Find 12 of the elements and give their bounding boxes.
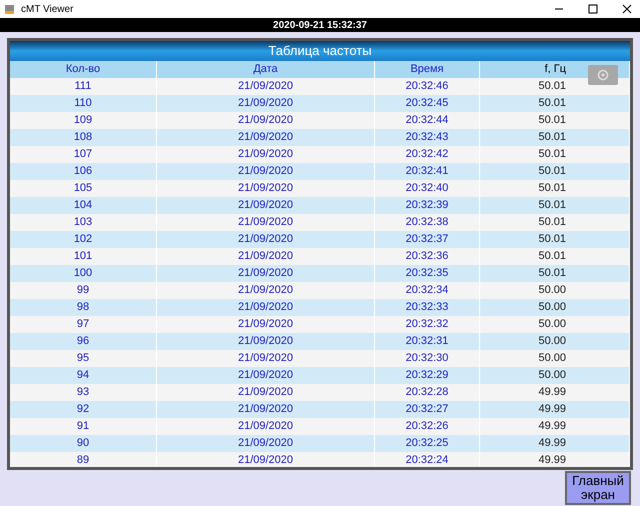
table-cell: 20:32:24 [375, 452, 480, 467]
settings-icon [597, 69, 609, 81]
clock: 2020-09-21 15:32:37 [273, 18, 367, 32]
window-title: cMT Viewer [21, 2, 74, 16]
maximize-icon[interactable] [588, 4, 598, 14]
app-icon [4, 4, 15, 14]
table-cell: 89 [10, 452, 157, 467]
close-icon[interactable] [622, 4, 632, 14]
main-screen-button[interactable]: Главный экран [565, 471, 631, 505]
table-cell: 21/09/2020 [157, 452, 375, 467]
table-cell: 49.99 [480, 452, 630, 467]
table-title: Таблица частоты [268, 42, 372, 60]
